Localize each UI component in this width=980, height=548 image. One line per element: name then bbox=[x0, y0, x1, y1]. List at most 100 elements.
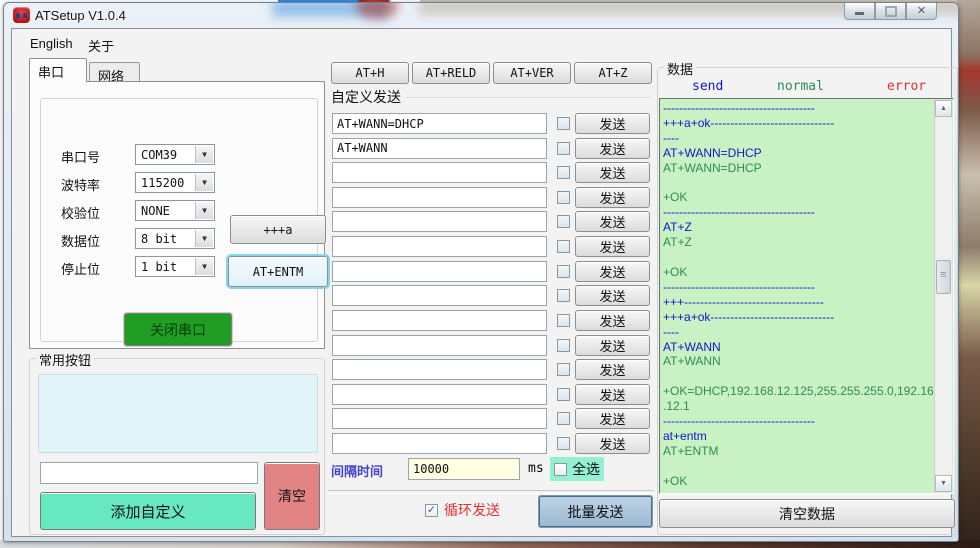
log-line: +OK bbox=[663, 190, 933, 205]
log-line bbox=[663, 459, 933, 474]
send-button[interactable]: 发送 bbox=[575, 359, 650, 380]
send-button[interactable]: 发送 bbox=[575, 113, 650, 134]
common-buttons-list[interactable] bbox=[38, 374, 318, 453]
close-button[interactable]: ✕ bbox=[906, 3, 937, 20]
minimize-button[interactable] bbox=[844, 3, 875, 20]
plus-a-button[interactable]: +++a bbox=[230, 215, 326, 244]
send-button[interactable]: 发送 bbox=[575, 408, 650, 429]
select-all-checkbox[interactable] bbox=[554, 463, 567, 476]
maximize-button[interactable] bbox=[875, 3, 906, 20]
menu-english[interactable]: English bbox=[26, 35, 77, 54]
title-bar[interactable]: ATSetup V1.0.4 bbox=[4, 3, 958, 28]
send-button[interactable]: 发送 bbox=[575, 211, 650, 232]
custom-send-input[interactable] bbox=[332, 408, 547, 429]
select-all-control[interactable]: 全选 bbox=[550, 457, 604, 481]
desktop-background-right bbox=[957, 0, 980, 548]
custom-send-input[interactable] bbox=[332, 261, 547, 282]
minimize-icon bbox=[855, 12, 864, 15]
loop-send-control[interactable]: ✓ 循环发送 bbox=[425, 500, 500, 520]
custom-send-checkbox[interactable] bbox=[557, 215, 570, 228]
log-line: AT+WANN=DHCP bbox=[663, 161, 933, 176]
send-button[interactable]: 发送 bbox=[575, 261, 650, 282]
serial-field-combo[interactable]: COM39▼ bbox=[135, 144, 215, 165]
select-all-label: 全选 bbox=[572, 459, 600, 479]
custom-send-input[interactable] bbox=[332, 384, 547, 405]
send-button[interactable]: 发送 bbox=[575, 285, 650, 306]
chevron-down-icon: ▼ bbox=[195, 258, 213, 275]
send-button[interactable]: 发送 bbox=[575, 335, 650, 356]
at-entm-button[interactable]: AT+ENTM bbox=[228, 256, 328, 287]
custom-send-checkbox[interactable] bbox=[557, 191, 570, 204]
interval-input[interactable]: 10000 bbox=[408, 458, 520, 480]
send-button[interactable]: 发送 bbox=[575, 162, 650, 183]
custom-send-checkbox[interactable] bbox=[557, 363, 570, 376]
quick-command-button[interactable]: AT+RELD bbox=[412, 62, 490, 84]
custom-send-checkbox[interactable] bbox=[557, 265, 570, 278]
close-port-button[interactable]: 关闭串口 bbox=[124, 313, 232, 346]
batch-send-button[interactable]: 批量发送 bbox=[539, 496, 652, 527]
scroll-up-button[interactable]: ▲ bbox=[935, 100, 952, 117]
send-button[interactable]: 发送 bbox=[575, 138, 650, 159]
data-log[interactable]: --------------------------------------++… bbox=[659, 98, 954, 494]
window-title: ATSetup V1.0.4 bbox=[35, 8, 126, 23]
custom-send-checkbox[interactable] bbox=[557, 437, 570, 450]
custom-send-input[interactable] bbox=[332, 359, 547, 380]
serial-field-combo[interactable]: NONE▼ bbox=[135, 200, 215, 221]
custom-send-input[interactable] bbox=[332, 335, 547, 356]
custom-send-input[interactable] bbox=[332, 433, 547, 454]
quick-command-button[interactable]: AT+VER bbox=[493, 62, 571, 84]
custom-send-input[interactable]: AT+WANN=DHCP bbox=[332, 113, 547, 134]
custom-send-title-rule bbox=[407, 97, 651, 98]
quick-command-button[interactable]: AT+H bbox=[331, 62, 409, 84]
scroll-thumb[interactable] bbox=[936, 260, 951, 294]
custom-send-input[interactable] bbox=[332, 236, 547, 257]
tab-network[interactable]: 网络 bbox=[89, 62, 140, 82]
quick-command-button[interactable]: AT+Z bbox=[574, 62, 652, 84]
common-button-input[interactable] bbox=[40, 462, 258, 484]
custom-send-checkbox[interactable] bbox=[557, 117, 570, 130]
serial-field-label: 串口号 bbox=[61, 147, 100, 166]
serial-field-combo[interactable]: 1 bit▼ bbox=[135, 256, 215, 277]
custom-send-input[interactable] bbox=[332, 285, 547, 306]
send-button[interactable]: 发送 bbox=[575, 310, 650, 331]
scroll-down-button[interactable]: ▼ bbox=[935, 475, 952, 492]
custom-send-input[interactable] bbox=[332, 310, 547, 331]
log-line bbox=[663, 369, 933, 384]
log-scrollbar[interactable]: ▲ ▼ bbox=[934, 100, 952, 492]
custom-send-input[interactable]: AT+WANN bbox=[332, 138, 547, 159]
custom-send-checkbox[interactable] bbox=[557, 412, 570, 425]
custom-send-input[interactable] bbox=[332, 211, 547, 232]
add-custom-button[interactable]: 添加自定义 bbox=[40, 492, 256, 530]
interval-label: 间隔时间 bbox=[331, 461, 383, 480]
tab-serial[interactable]: 串口 bbox=[29, 58, 87, 82]
legend-send: send bbox=[692, 79, 723, 94]
app-icon bbox=[13, 7, 30, 23]
custom-send-checkbox[interactable] bbox=[557, 142, 570, 155]
clear-data-button[interactable]: 清空数据 bbox=[659, 499, 955, 528]
chevron-down-icon: ▼ bbox=[195, 202, 213, 219]
custom-send-checkbox[interactable] bbox=[557, 314, 570, 327]
custom-send-checkbox[interactable] bbox=[557, 339, 570, 352]
custom-send-input[interactable] bbox=[332, 162, 547, 183]
log-line: AT+Z bbox=[663, 235, 933, 250]
send-button[interactable]: 发送 bbox=[575, 187, 650, 208]
log-line: +++a+ok------------------------------- bbox=[663, 116, 933, 131]
custom-send-checkbox[interactable] bbox=[557, 240, 570, 253]
serial-field-label: 校验位 bbox=[61, 203, 100, 222]
custom-send-checkbox[interactable] bbox=[557, 388, 570, 401]
loop-send-checkbox[interactable]: ✓ bbox=[425, 504, 438, 517]
custom-send-input[interactable] bbox=[332, 187, 547, 208]
loop-send-label: 循环发送 bbox=[444, 500, 500, 520]
log-line: .12.1 bbox=[663, 399, 933, 414]
log-line: AT+WANN=DHCP bbox=[663, 146, 933, 161]
send-button[interactable]: 发送 bbox=[575, 384, 650, 405]
menu-about[interactable]: 关于 bbox=[84, 35, 118, 54]
custom-send-checkbox[interactable] bbox=[557, 166, 570, 179]
serial-field-combo[interactable]: 8 bit▼ bbox=[135, 228, 215, 249]
send-button[interactable]: 发送 bbox=[575, 236, 650, 257]
clear-common-button[interactable]: 清空 bbox=[264, 462, 320, 530]
send-button[interactable]: 发送 bbox=[575, 433, 650, 454]
log-line: AT+Z bbox=[663, 220, 933, 235]
custom-send-checkbox[interactable] bbox=[557, 289, 570, 302]
serial-field-combo[interactable]: 115200▼ bbox=[135, 172, 215, 193]
